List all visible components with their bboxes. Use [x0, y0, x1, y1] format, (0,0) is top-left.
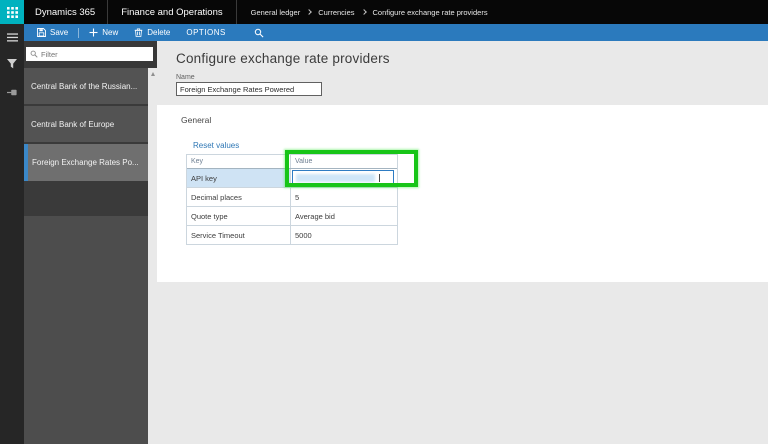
- waffle-icon: [6, 6, 18, 18]
- api-key-input[interactable]: [292, 170, 394, 186]
- key-value-table: Key Value API key Decimal places 5 Quote…: [186, 154, 398, 245]
- save-button[interactable]: Save: [29, 24, 76, 41]
- row-value-cell: [291, 169, 397, 187]
- row-value[interactable]: 5000: [291, 226, 397, 244]
- brand-dynamics-365[interactable]: Dynamics 365: [24, 0, 107, 24]
- new-button[interactable]: New: [81, 24, 126, 41]
- column-header-key[interactable]: Key: [187, 155, 291, 168]
- row-key: API key: [187, 169, 291, 187]
- product-name[interactable]: Finance and Operations: [108, 0, 235, 24]
- search-icon: [254, 28, 264, 37]
- plus-icon: [89, 28, 98, 37]
- column-header-value[interactable]: Value: [291, 155, 397, 168]
- name-field[interactable]: [176, 82, 322, 96]
- command-search-button[interactable]: [246, 24, 272, 41]
- new-label: New: [102, 28, 119, 37]
- row-key: Service Timeout: [187, 226, 291, 244]
- delete-button[interactable]: Delete: [126, 24, 178, 41]
- filter-pane-button[interactable]: [0, 53, 24, 75]
- reset-values-link[interactable]: Reset values: [193, 141, 239, 150]
- trash-icon: [134, 28, 143, 37]
- table-row-api-key[interactable]: API key: [187, 169, 397, 188]
- breadcrumb-general-ledger[interactable]: General ledger: [251, 8, 301, 17]
- hamburger-icon: [6, 32, 18, 41]
- page-title: Configure exchange rate providers: [176, 51, 390, 66]
- options-button[interactable]: OPTIONS: [178, 24, 234, 41]
- list-item-central-bank-of-europe[interactable]: Central Bank of Europe: [24, 106, 157, 142]
- row-key: Decimal places: [187, 188, 291, 206]
- name-field-label: Name: [176, 74, 195, 81]
- command-bar-divider: [78, 27, 80, 38]
- top-navigation-bar: Dynamics 365 Finance and Operations Gene…: [0, 0, 768, 24]
- options-label: OPTIONS: [186, 28, 226, 37]
- chevron-right-icon: [360, 9, 367, 15]
- table-header-row: Key Value: [187, 155, 397, 169]
- breadcrumb-configure-exchange-rate-providers[interactable]: Configure exchange rate providers: [373, 8, 488, 17]
- app-window: Dynamics 365 Finance and Operations Gene…: [0, 0, 768, 444]
- provider-list-pane: Central Bank of the Russian... Central B…: [24, 41, 157, 444]
- text-cursor: [379, 174, 380, 182]
- breadcrumb-currencies[interactable]: Currencies: [318, 8, 354, 17]
- table-row-service-timeout[interactable]: Service Timeout 5000: [187, 226, 397, 245]
- save-label: Save: [50, 28, 69, 37]
- page-header: Configure exchange rate providers Name: [157, 41, 768, 105]
- list-item-label: Foreign Exchange Rates Po...: [32, 158, 139, 167]
- command-bar: Save New Delete OPTIONS: [24, 24, 768, 41]
- row-value[interactable]: 5: [291, 188, 397, 206]
- table-row-decimal-places[interactable]: Decimal places 5: [187, 188, 397, 207]
- delete-label: Delete: [147, 28, 171, 37]
- menu-button[interactable]: [0, 26, 24, 48]
- content-area: Configure exchange rate providers Name G…: [157, 41, 768, 444]
- breadcrumb: General ledger Currencies Configure exch…: [237, 0, 488, 24]
- chevron-right-icon: [306, 9, 313, 15]
- app-launcher-button[interactable]: [0, 0, 24, 24]
- search-icon: [30, 50, 38, 58]
- left-rail: [0, 24, 24, 444]
- list-item-foreign-exchange-rates-selected[interactable]: Foreign Exchange Rates Po...: [24, 144, 157, 181]
- sidebar-scrollbar[interactable]: [148, 68, 157, 444]
- list-item-label: Central Bank of Europe: [31, 119, 115, 129]
- row-key: Quote type: [187, 207, 291, 225]
- row-value[interactable]: Average bid: [291, 207, 397, 225]
- scroll-up-icon[interactable]: [150, 72, 155, 76]
- list-item-label: Central Bank of the Russian...: [31, 81, 138, 91]
- redacted-value: [296, 174, 375, 182]
- funnel-icon: [7, 59, 17, 69]
- pin-icon: [6, 89, 17, 95]
- filter-area: [24, 41, 157, 68]
- save-icon: [37, 28, 46, 37]
- general-section-header[interactable]: General: [181, 115, 211, 125]
- table-row-quote-type[interactable]: Quote type Average bid: [187, 207, 397, 226]
- pin-button[interactable]: [0, 81, 24, 103]
- filter-input[interactable]: [26, 47, 153, 61]
- general-section: General Reset values Key Value API key D…: [157, 105, 768, 282]
- list-item-central-bank-of-the-russian[interactable]: Central Bank of the Russian...: [24, 68, 157, 104]
